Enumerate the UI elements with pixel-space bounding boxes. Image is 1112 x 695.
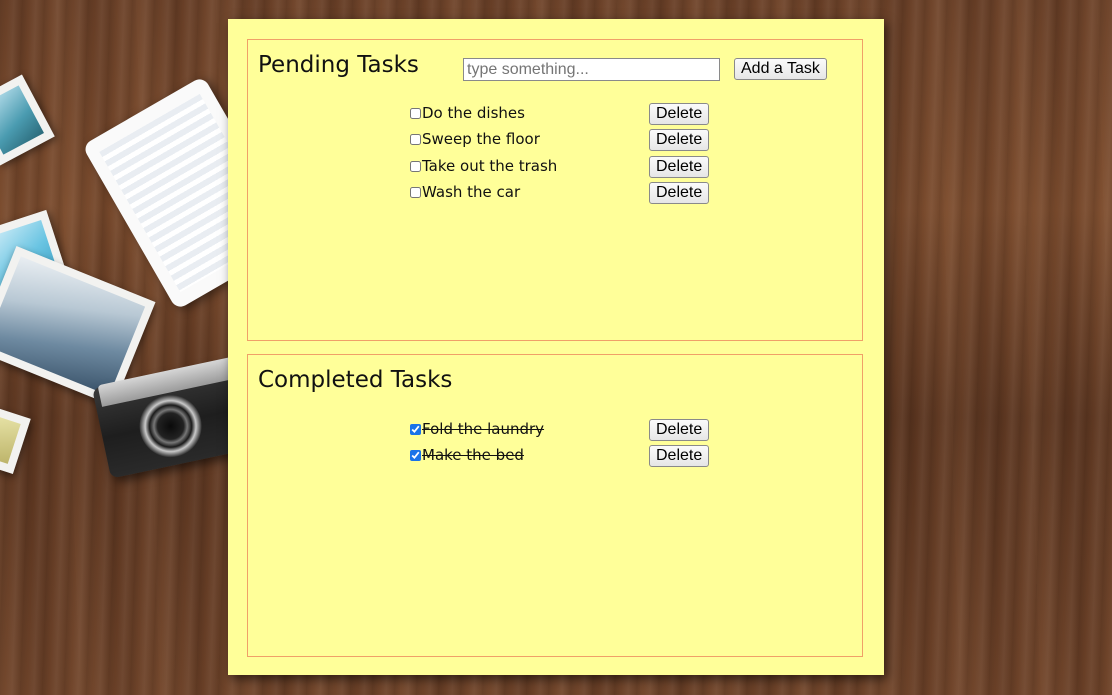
- pending-task-item: Take out the trash Delete: [410, 155, 710, 181]
- pending-task-item: Sweep the floor Delete: [410, 128, 710, 154]
- completed-tasks-title: Completed Tasks: [258, 367, 453, 393]
- pending-task-item: Wash the car Delete: [410, 181, 710, 207]
- task-label: Fold the laundry: [422, 420, 545, 438]
- task-checkbox[interactable]: [410, 134, 421, 146]
- delete-task-button[interactable]: Delete: [649, 181, 710, 204]
- task-checkbox[interactable]: [410, 186, 421, 198]
- delete-task-button[interactable]: Delete: [649, 419, 710, 441]
- pending-task-item: Do the dishes Delete: [410, 102, 710, 128]
- desk-photo-print: [0, 404, 31, 474]
- completed-task-item: Make the bed Delete: [410, 444, 710, 470]
- task-checkbox[interactable]: [410, 424, 421, 435]
- task-label: Do the dishes: [422, 104, 525, 122]
- delete-task-button[interactable]: Delete: [649, 155, 710, 178]
- pending-tasks-title: Pending Tasks: [258, 52, 419, 78]
- todo-note-pad: Pending Tasks Add a Task Do the dishes D…: [228, 19, 884, 675]
- desk-photo-print: [0, 74, 55, 166]
- completed-tasks-panel: Completed Tasks Fold the laundry Delete …: [247, 354, 863, 657]
- task-checkbox[interactable]: [410, 450, 421, 462]
- task-label: Wash the car: [422, 182, 521, 201]
- new-task-input[interactable]: [463, 58, 720, 81]
- task-checkbox[interactable]: [410, 160, 421, 172]
- task-checkbox[interactable]: [410, 108, 421, 119]
- completed-task-item: Fold the laundry Delete: [410, 418, 710, 444]
- task-label: Take out the trash: [422, 156, 558, 175]
- delete-task-button[interactable]: Delete: [649, 129, 710, 152]
- pending-tasks-panel: Pending Tasks Add a Task Do the dishes D…: [247, 39, 863, 341]
- delete-task-button[interactable]: Delete: [649, 445, 710, 468]
- task-label: Sweep the floor: [422, 130, 540, 149]
- pending-task-list: Do the dishes Delete Sweep the floor Del…: [410, 102, 710, 207]
- delete-task-button[interactable]: Delete: [649, 103, 710, 125]
- completed-task-list: Fold the laundry Delete Make the bed Del…: [410, 418, 710, 471]
- add-task-button[interactable]: Add a Task: [734, 58, 827, 80]
- task-label: Make the bed: [422, 446, 524, 465]
